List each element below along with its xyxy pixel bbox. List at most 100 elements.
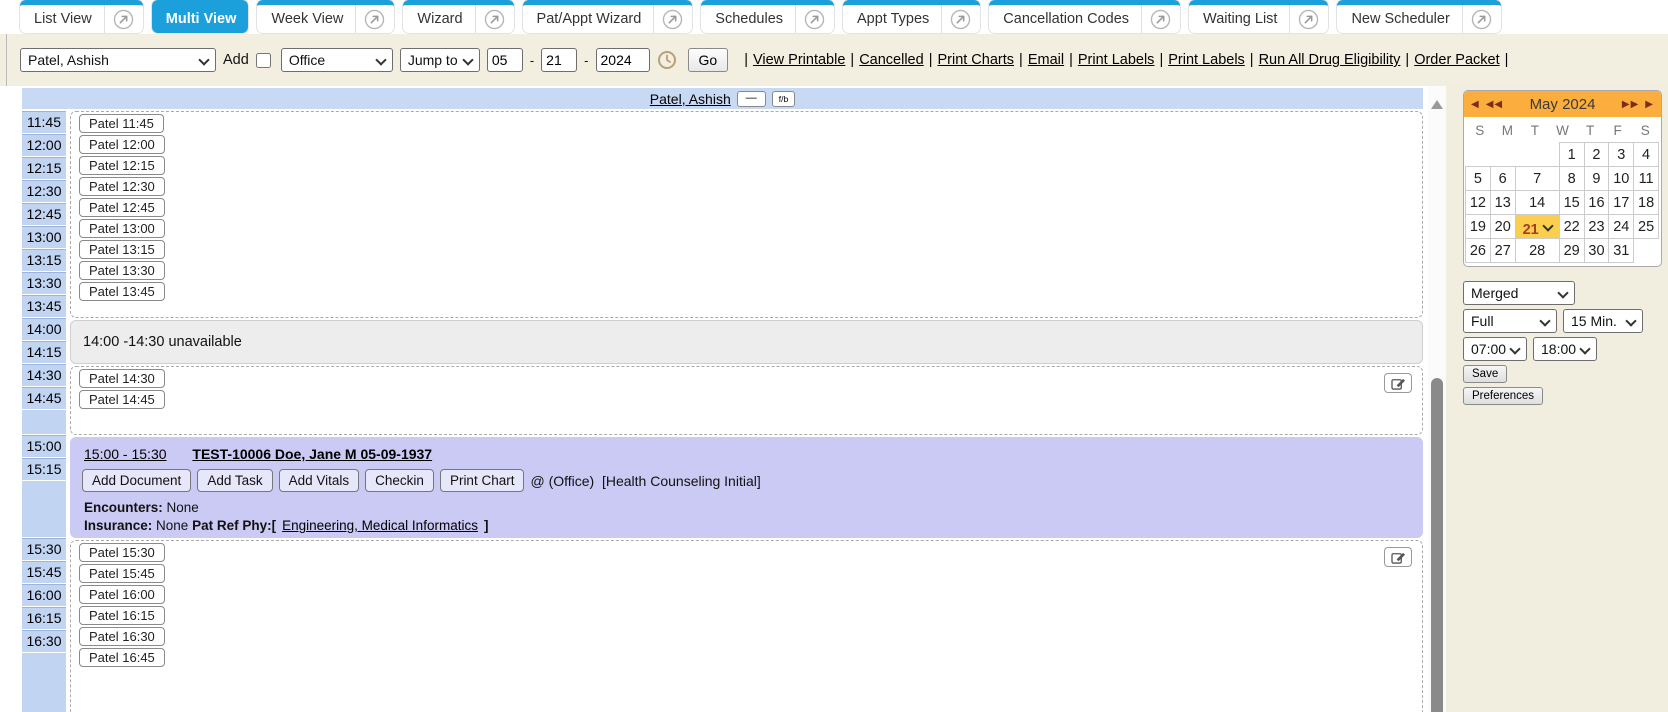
calendar-day-29[interactable]: 29	[1559, 238, 1585, 263]
edit-availability-icon[interactable]	[1384, 373, 1412, 393]
slot-button-patel-16-00[interactable]: Patel 16:00	[79, 585, 165, 604]
next-month-icon[interactable]: ▶▶	[1622, 99, 1639, 110]
provider-select[interactable]: Patel, Ashish	[20, 48, 216, 72]
slot-button-patel-11-45[interactable]: Patel 11:45	[79, 114, 164, 133]
calendar-day-5[interactable]: 5	[1465, 166, 1491, 191]
toolbar-link-print-labels[interactable]: Print Labels	[1078, 52, 1155, 68]
slot-button-patel-13-00[interactable]: Patel 13:00	[79, 219, 165, 238]
open-in-new-icon[interactable]	[1289, 5, 1328, 33]
facility-select[interactable]: Office	[281, 48, 393, 72]
toolbar-link-run-all-drug-eligibility[interactable]: Run All Drug Eligibility	[1259, 52, 1401, 68]
print-chart-button[interactable]: Print Chart	[440, 469, 525, 492]
open-in-new-icon[interactable]	[1141, 5, 1180, 33]
fb-toggle-button[interactable]: f/b	[772, 91, 795, 107]
tab-appt-types[interactable]: Appt Types	[843, 0, 980, 33]
calendar-day-14[interactable]: 14	[1515, 190, 1560, 215]
minimize-column-button[interactable]: —	[737, 91, 766, 107]
slot-button-patel-14-30[interactable]: Patel 14:30	[79, 369, 165, 388]
add-checkbox[interactable]	[256, 53, 271, 68]
open-in-new-icon[interactable]	[941, 5, 980, 33]
slot-button-patel-16-45[interactable]: Patel 16:45	[79, 648, 165, 667]
calendar-day-20[interactable]: 20	[1490, 214, 1516, 239]
checkin-button[interactable]: Checkin	[365, 469, 434, 492]
next-year-icon[interactable]: ▶	[1645, 99, 1654, 110]
tab-waiting-list[interactable]: Waiting List	[1189, 0, 1328, 33]
calendar-day-16[interactable]: 16	[1584, 190, 1610, 215]
prev-month-icon[interactable]: ◀◀	[1486, 99, 1503, 110]
add-task-button[interactable]: Add Task	[197, 469, 272, 492]
jump-to-select[interactable]: Jump to	[400, 48, 480, 72]
calendar-day-24[interactable]: 24	[1608, 214, 1634, 239]
scrollbar-thumb[interactable]	[1431, 378, 1443, 712]
calendar-day-31[interactable]: 31	[1608, 238, 1634, 263]
tab-pat-appt-wizard[interactable]: Pat/Appt Wizard	[523, 0, 693, 33]
open-in-new-icon[interactable]	[653, 5, 692, 33]
calendar-day-7[interactable]: 7	[1515, 166, 1560, 191]
calendar-day-21-selected[interactable]: 21	[1515, 214, 1560, 239]
date-year-input[interactable]	[596, 48, 650, 72]
calendar-day-2[interactable]: 2	[1584, 142, 1610, 167]
open-in-new-icon[interactable]	[104, 5, 143, 33]
scrollbar-up-arrow-icon[interactable]	[1431, 100, 1443, 109]
slot-button-patel-13-15[interactable]: Patel 13:15	[79, 240, 165, 259]
save-button[interactable]: Save	[1463, 365, 1507, 383]
toolbar-link-print-charts[interactable]: Print Charts	[937, 52, 1014, 68]
calendar-day-3[interactable]: 3	[1608, 142, 1634, 167]
calendar-day-12[interactable]: 12	[1465, 190, 1491, 215]
slot-button-patel-16-15[interactable]: Patel 16:15	[79, 606, 165, 625]
slot-button-patel-12-00[interactable]: Patel 12:00	[79, 135, 165, 154]
patient-link[interactable]: TEST-10006 Doe, Jane M 05-09-1937	[192, 446, 432, 462]
end-time-select[interactable]: 18:00	[1533, 337, 1597, 361]
referring-physician-link[interactable]: Engineering, Medical Informatics	[282, 518, 478, 533]
calendar-day-10[interactable]: 10	[1608, 166, 1634, 191]
toolbar-link-print-labels[interactable]: Print Labels	[1168, 52, 1245, 68]
open-in-new-icon[interactable]	[355, 5, 394, 33]
calendar-day-25[interactable]: 25	[1633, 214, 1659, 239]
open-in-new-icon[interactable]	[795, 5, 834, 33]
slot-button-patel-12-30[interactable]: Patel 12:30	[79, 177, 165, 196]
tab-wizard[interactable]: Wizard	[403, 0, 513, 33]
calendar-clock-icon[interactable]	[657, 50, 677, 70]
calendar-day-22[interactable]: 22	[1559, 214, 1585, 239]
calendar-day-15[interactable]: 15	[1559, 190, 1585, 215]
appointment-block[interactable]: 15:00 - 15:30 TEST-10006 Doe, Jane M 05-…	[70, 437, 1423, 538]
vertical-scrollbar[interactable]	[1428, 86, 1446, 712]
toolbar-link-cancelled[interactable]: Cancelled	[859, 52, 924, 68]
open-in-new-icon[interactable]	[475, 5, 514, 33]
calendar-day-1[interactable]: 1	[1559, 142, 1585, 167]
calendar-day-9[interactable]: 9	[1584, 166, 1610, 191]
calendar-day-17[interactable]: 17	[1608, 190, 1634, 215]
provider-header-link[interactable]: Patel, Ashish	[650, 91, 731, 107]
interval-select[interactable]: 15 Min.	[1563, 309, 1643, 333]
tab-multi-view[interactable]: Multi View	[152, 0, 249, 33]
slot-button-patel-12-45[interactable]: Patel 12:45	[79, 198, 165, 217]
size-select[interactable]: Full	[1463, 309, 1557, 333]
calendar-day-4[interactable]: 4	[1633, 142, 1659, 167]
slot-button-patel-14-45[interactable]: Patel 14:45	[79, 390, 165, 409]
add-vitals-button[interactable]: Add Vitals	[279, 469, 360, 492]
slot-button-patel-16-30[interactable]: Patel 16:30	[79, 627, 165, 646]
date-day-input[interactable]	[541, 48, 577, 72]
tab-schedules[interactable]: Schedules	[701, 0, 834, 33]
slot-button-patel-13-30[interactable]: Patel 13:30	[79, 261, 165, 280]
edit-availability-icon[interactable]	[1384, 547, 1412, 567]
calendar-day-11[interactable]: 11	[1633, 166, 1659, 191]
preferences-button[interactable]: Preferences	[1463, 387, 1543, 405]
calendar-day-8[interactable]: 8	[1559, 166, 1585, 191]
toolbar-link-view-printable[interactable]: View Printable	[753, 52, 845, 68]
calendar-day-13[interactable]: 13	[1490, 190, 1516, 215]
calendar-day-18[interactable]: 18	[1633, 190, 1659, 215]
appointment-time-link[interactable]: 15:00 - 15:30	[84, 446, 167, 462]
calendar-day-27[interactable]: 27	[1490, 238, 1516, 263]
open-in-new-icon[interactable]	[1462, 5, 1501, 33]
slot-button-patel-15-30[interactable]: Patel 15:30	[79, 543, 165, 562]
calendar-day-19[interactable]: 19	[1465, 214, 1491, 239]
tab-new-scheduler[interactable]: New Scheduler	[1337, 0, 1500, 33]
slot-button-patel-12-15[interactable]: Patel 12:15	[79, 156, 165, 175]
go-button[interactable]: Go	[688, 48, 729, 72]
calendar-day-23[interactable]: 23	[1584, 214, 1610, 239]
calendar-day-26[interactable]: 26	[1465, 238, 1491, 263]
prev-year-icon[interactable]: ◀	[1471, 99, 1480, 110]
toolbar-link-order-packet[interactable]: Order Packet	[1414, 52, 1499, 68]
toolbar-link-email[interactable]: Email	[1028, 52, 1064, 68]
